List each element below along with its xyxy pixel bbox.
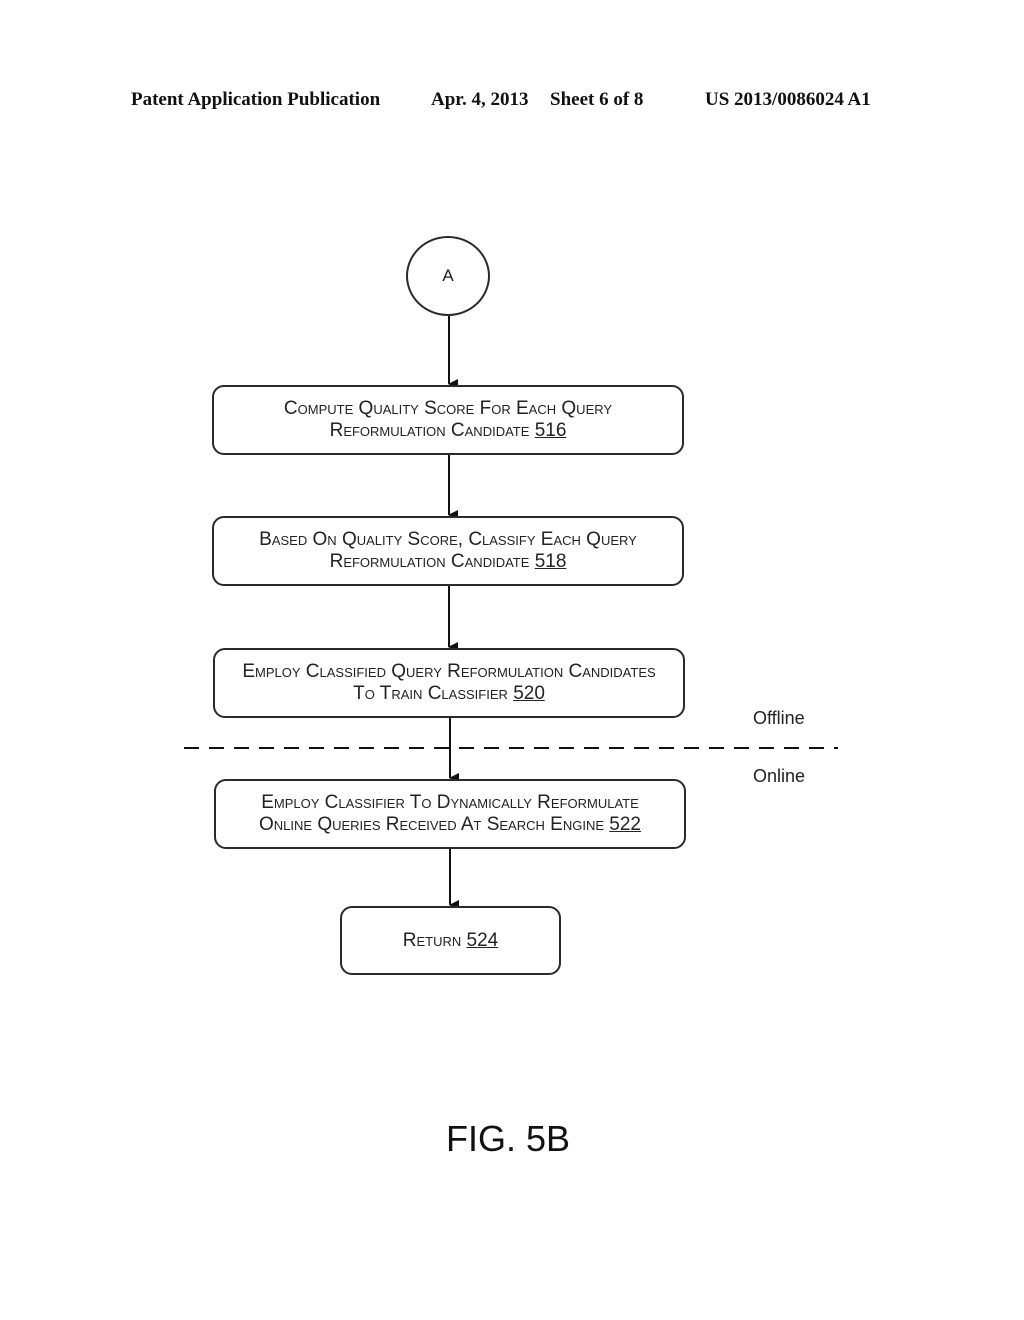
step-522: Employ Classifier To Dynamically Reformu… (214, 779, 686, 849)
step-516: Compute Quality Score For Each Query Ref… (212, 385, 684, 455)
online-label: Online (753, 766, 806, 786)
step-518-line1: Based On Quality Score, Classify Each Qu… (259, 529, 637, 550)
step-518: Based On Quality Score, Classify Each Qu… (212, 516, 684, 586)
figure-label: FIG. 5B (445, 1118, 571, 1159)
offline-label: Offline (753, 708, 805, 728)
step-520-ref: 520 (513, 683, 545, 704)
step-524-label: Return (402, 929, 462, 951)
connector-a: A (406, 236, 490, 316)
step-520-line2: To Train Classifier (353, 683, 508, 704)
step-524: Return 524 (340, 906, 561, 975)
step-520: Employ Classified Query Reformulation Ca… (213, 648, 685, 718)
step-518-line2: Reformulation Candidate (329, 551, 530, 572)
step-522-ref: 522 (609, 814, 641, 835)
step-518-ref: 518 (534, 551, 567, 572)
step-522-line2: Online Queries Received At Search Engine (258, 814, 605, 835)
step-516-ref: 516 (534, 420, 567, 441)
step-516-line2: Reformulation Candidate (329, 420, 530, 441)
step-524-ref: 524 (466, 929, 499, 951)
step-522-line1: Employ Classifier To Dynamically Reformu… (261, 792, 639, 813)
step-520-line1: Employ Classified Query Reformulation Ca… (242, 661, 656, 682)
step-516-line1: Compute Quality Score For Each Query (283, 398, 613, 419)
